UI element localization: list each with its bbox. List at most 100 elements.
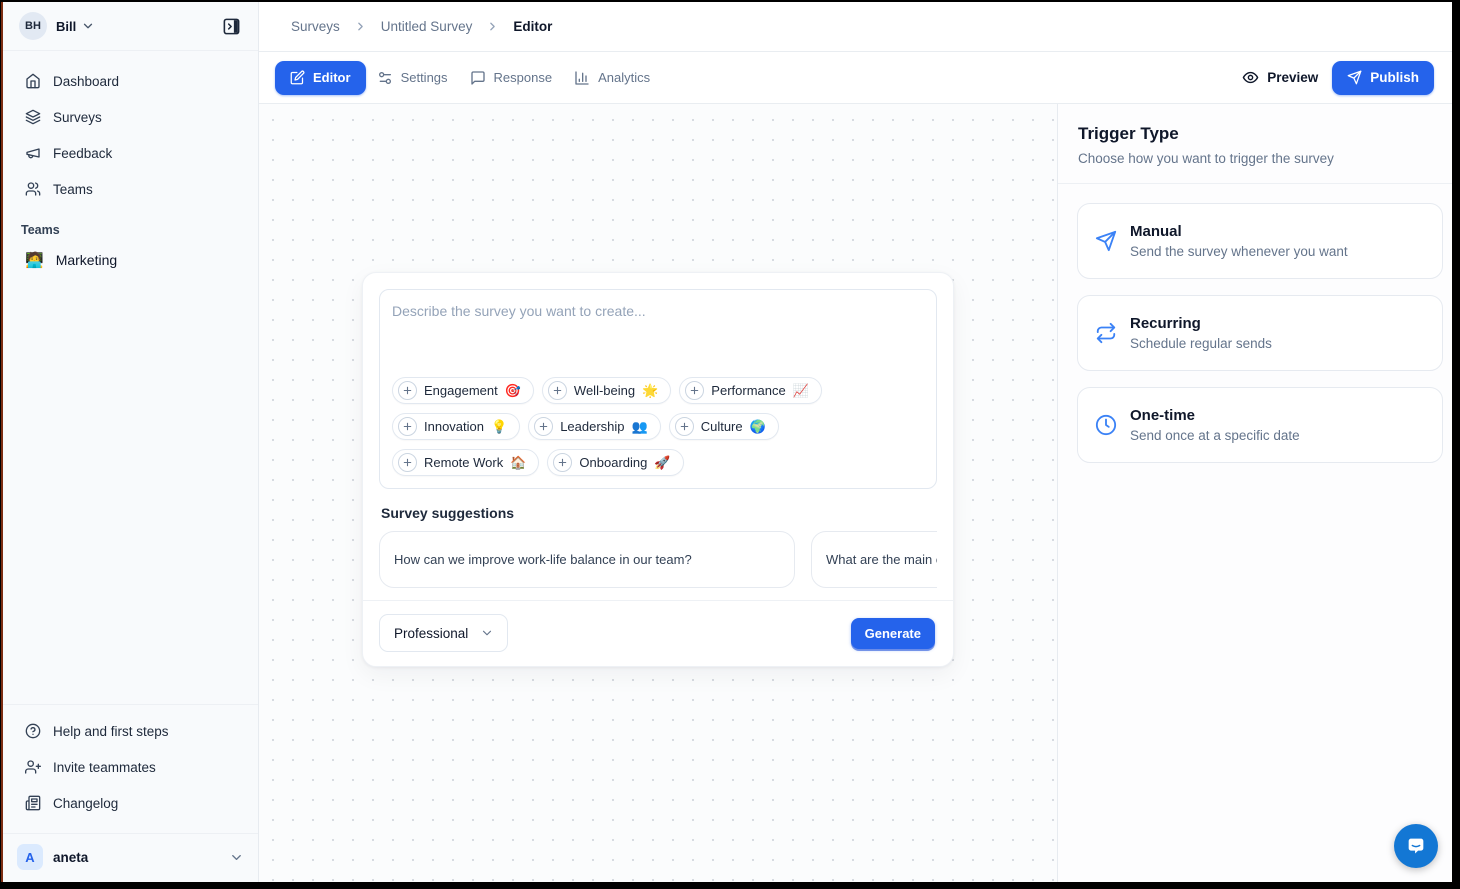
topic-label: Well-being xyxy=(574,383,635,398)
megaphone-icon xyxy=(25,145,41,161)
bulb-emoji-icon: 💡 xyxy=(491,419,507,435)
plus-icon xyxy=(553,453,572,472)
suggestion-card[interactable]: How can we improve work-life balance in … xyxy=(379,531,795,588)
workspace-avatar[interactable]: BH xyxy=(19,12,47,40)
topic-label: Culture xyxy=(701,419,743,434)
tab-response[interactable]: Response xyxy=(459,61,564,95)
sidebar: BH Bill Dashboard Surveys Feedb xyxy=(3,2,259,882)
editor-canvas[interactable]: Engagement 🎯 Well-being 🌟 Performance📈 Inn… xyxy=(259,104,1057,882)
trigger-option-recurring[interactable]: Recurring Schedule regular sends xyxy=(1077,295,1443,371)
plus-icon xyxy=(685,381,704,400)
breadcrumb-surveys[interactable]: Surveys xyxy=(291,19,340,34)
dart-emoji-icon: 🎯 xyxy=(505,383,521,399)
sidebar-item-label: Help and first steps xyxy=(53,724,169,739)
sidebar-item-surveys[interactable]: Surveys xyxy=(15,101,246,133)
panel-collapse-icon xyxy=(222,17,241,36)
trigger-title: Manual xyxy=(1130,223,1348,240)
topic-chip-culture[interactable]: Culture🌍 xyxy=(669,413,779,440)
prompt-box: Engagement 🎯 Well-being 🌟 Performance📈 Inn… xyxy=(379,289,937,489)
help-circle-icon xyxy=(25,723,41,739)
topic-chip-performance[interactable]: Performance📈 xyxy=(679,377,822,404)
topic-chip-remote-work[interactable]: Remote Work 🏠 xyxy=(392,449,539,476)
sidebar-item-label: Feedback xyxy=(53,146,112,161)
trigger-text: Recurring Schedule regular sends xyxy=(1130,315,1272,351)
sidebar-item-label: Surveys xyxy=(53,110,102,125)
chevron-right-icon xyxy=(486,20,499,33)
breadcrumb-untitled-survey[interactable]: Untitled Survey xyxy=(381,19,473,34)
chevron-down-icon[interactable] xyxy=(81,19,95,33)
tab-label: Editor xyxy=(313,70,351,85)
sidebar-team-marketing[interactable]: 🧑‍💻 Marketing xyxy=(15,243,246,277)
sidebar-header: BH Bill xyxy=(3,2,258,51)
trigger-text: Manual Send the survey whenever you want xyxy=(1130,223,1348,259)
topic-chip-wellbeing[interactable]: Well-being 🌟 xyxy=(542,377,671,404)
chevron-right-icon xyxy=(354,20,367,33)
star-emoji-icon: 🌟 xyxy=(642,383,658,399)
sidebar-item-label: Invite teammates xyxy=(53,760,156,775)
trigger-title: Recurring xyxy=(1130,315,1272,332)
account-switcher[interactable]: A aneta xyxy=(3,833,258,882)
topic-chip-innovation[interactable]: Innovation 💡 xyxy=(392,413,520,440)
sidebar-item-invite[interactable]: Invite teammates xyxy=(15,751,246,783)
topic-label: Remote Work xyxy=(424,455,503,470)
eye-icon xyxy=(1242,69,1259,86)
chat-launcher-button[interactable] xyxy=(1394,824,1438,868)
trigger-option-manual[interactable]: Manual Send the survey whenever you want xyxy=(1077,203,1443,279)
topic-label: Engagement xyxy=(424,383,498,398)
newspaper-icon xyxy=(25,795,41,811)
repeat-icon xyxy=(1095,322,1117,344)
tab-analytics[interactable]: Analytics xyxy=(563,61,661,95)
technologist-emoji-icon: 🧑‍💻 xyxy=(25,251,44,269)
content-row: Engagement 🎯 Well-being 🌟 Performance📈 Inn… xyxy=(259,103,1452,882)
publish-button[interactable]: Publish xyxy=(1332,61,1434,95)
topic-chip-leadership[interactable]: Leadership👥 xyxy=(528,413,661,440)
preview-button[interactable]: Preview xyxy=(1242,69,1318,86)
main-area: Surveys Untitled Survey Editor Editor Se… xyxy=(259,2,1452,882)
team-label: Marketing xyxy=(56,252,117,268)
tab-settings[interactable]: Settings xyxy=(366,61,459,95)
suggestion-card[interactable]: What are the main ob xyxy=(811,531,937,588)
trigger-option-one-time[interactable]: One-time Send once at a specific date xyxy=(1077,387,1443,463)
tone-select[interactable]: Professional xyxy=(379,614,508,652)
house-emoji-icon: 🏠 xyxy=(510,455,526,471)
survey-prompt-input[interactable] xyxy=(392,303,924,377)
survey-suggestions-row: How can we improve work-life balance in … xyxy=(379,531,937,600)
topic-label: Onboarding xyxy=(579,455,647,470)
topic-chip-engagement[interactable]: Engagement 🎯 xyxy=(392,377,534,404)
trigger-title: One-time xyxy=(1130,407,1300,424)
tab-editor[interactable]: Editor xyxy=(275,61,366,95)
plus-icon xyxy=(398,453,417,472)
ai-survey-composer-card: Engagement 🎯 Well-being 🌟 Performance📈 Inn… xyxy=(362,272,954,667)
tone-value: Professional xyxy=(394,626,468,641)
collapse-sidebar-button[interactable] xyxy=(216,11,246,41)
publish-label: Publish xyxy=(1370,70,1419,85)
breadcrumb-editor: Editor xyxy=(513,19,552,34)
sidebar-item-dashboard[interactable]: Dashboard xyxy=(15,65,246,97)
panel-subtitle: Choose how you want to trigger the surve… xyxy=(1078,151,1432,166)
topic-chip-onboarding[interactable]: Onboarding🚀 xyxy=(547,449,683,476)
app-window: BH Bill Dashboard Surveys Feedb xyxy=(3,2,1452,882)
chevron-down-icon xyxy=(229,850,244,865)
panel-title: Trigger Type xyxy=(1078,124,1432,144)
sidebar-item-teams[interactable]: Teams xyxy=(15,173,246,205)
breadcrumb: Surveys Untitled Survey Editor xyxy=(259,2,1452,52)
toolbar-right: Preview Publish xyxy=(1242,61,1434,95)
teams-section-label: Teams xyxy=(3,209,258,243)
sidebar-item-changelog[interactable]: Changelog xyxy=(15,787,246,819)
trigger-description: Send once at a specific date xyxy=(1130,428,1300,443)
topic-chips: Engagement 🎯 Well-being 🌟 Performance📈 Inn… xyxy=(392,377,924,476)
topic-label: Leadership xyxy=(560,419,624,434)
topic-label: Innovation xyxy=(424,419,484,434)
trigger-text: One-time Send once at a specific date xyxy=(1130,407,1300,443)
generate-button[interactable]: Generate xyxy=(851,618,935,649)
workspace-name[interactable]: Bill xyxy=(56,19,76,34)
clock-icon xyxy=(1095,414,1117,436)
trigger-type-panel: Trigger Type Choose how you want to trig… xyxy=(1057,104,1452,882)
plus-icon xyxy=(548,381,567,400)
composer-footer: Professional Generate xyxy=(363,600,953,666)
bar-chart-icon xyxy=(574,70,590,86)
plus-icon xyxy=(398,381,417,400)
sidebar-item-feedback[interactable]: Feedback xyxy=(15,137,246,169)
survey-suggestions-title: Survey suggestions xyxy=(381,505,937,521)
sidebar-item-help[interactable]: Help and first steps xyxy=(15,715,246,747)
